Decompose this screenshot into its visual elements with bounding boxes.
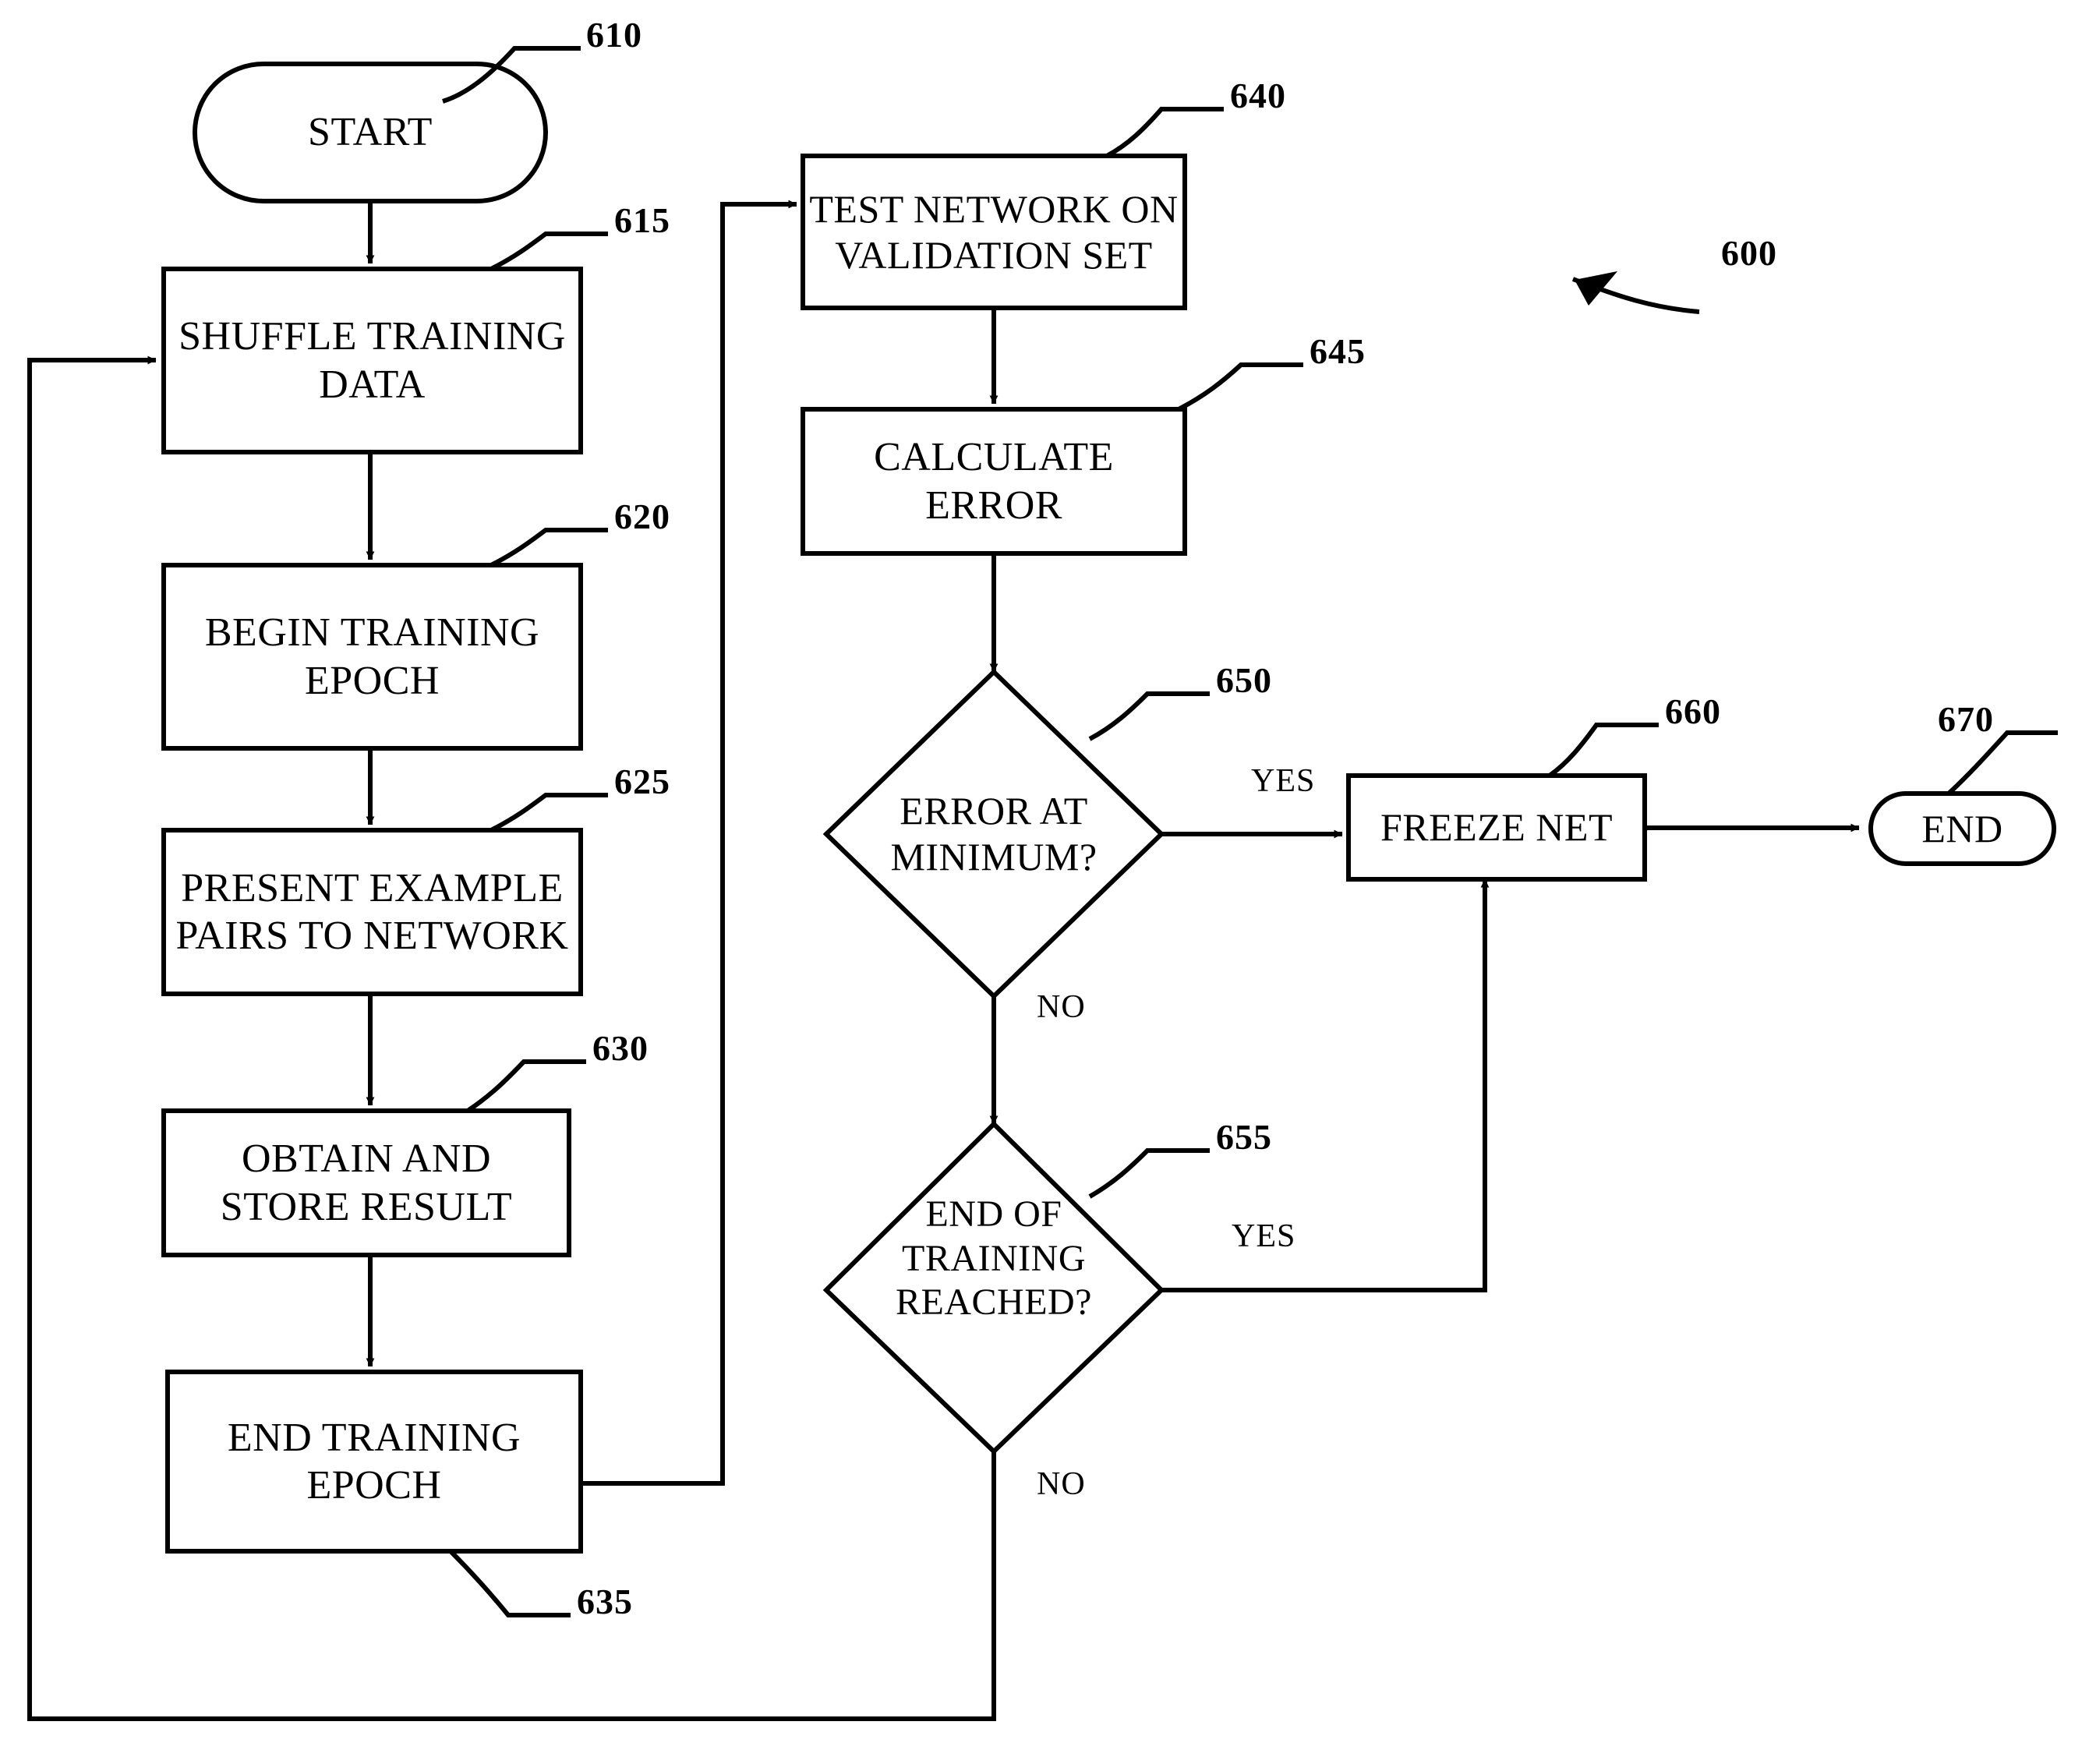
ref-numeral-615: 615 (614, 200, 670, 241)
ref-625-text: 625 (614, 762, 670, 801)
errmin-yes-text: YES (1251, 763, 1316, 799)
begin-label-line2: EPOCH (305, 658, 440, 703)
ref-numeral-600: 600 (1721, 232, 1777, 274)
shuffle-label-line1: SHUFFLE TRAINING (179, 314, 566, 359)
edge-label-errmin-no: NO (1037, 988, 1086, 1026)
endtrain-no-text: NO (1037, 1466, 1086, 1502)
endepoch-label-line1: END TRAINING (227, 1415, 521, 1460)
test-label-line2: VALIDATION SET (835, 232, 1153, 277)
ref-numeral-655: 655 (1216, 1116, 1272, 1158)
ref-640-text: 640 (1230, 76, 1286, 115)
ref-numeral-660: 660 (1665, 691, 1721, 732)
leader-600-arrowhead (1575, 271, 1617, 306)
ref-660-text: 660 (1665, 691, 1721, 731)
leader-620 (490, 528, 608, 567)
errmin-label-line1: ERROR AT (900, 789, 1088, 833)
node-begin-label: BEGIN TRAINING EPOCH (164, 565, 581, 748)
node-endepoch-label: END TRAINING EPOCH (168, 1372, 581, 1551)
node-shuffle-label: SHUFFLE TRAINING DATA (164, 269, 581, 452)
ref-600-text: 600 (1721, 233, 1777, 273)
ref-numeral-635: 635 (577, 1581, 633, 1622)
node-errmin-label: ERROR AT MINIMUM? (842, 752, 1146, 916)
leader-630 (466, 1059, 586, 1113)
present-label-line2: PAIRS TO NETWORK (175, 914, 569, 958)
endtrain-label-line2: TRAINING (902, 1237, 1086, 1279)
endtrain-label-line3: REACHED? (896, 1281, 1092, 1324)
node-test-label: TEST NETWORK ON VALIDATION SET (800, 156, 1188, 308)
start-label-text: START (308, 110, 433, 155)
obtain-label-line2: STORE RESULT (220, 1184, 513, 1229)
ref-630-text: 630 (592, 1028, 649, 1068)
edge-label-endtrain-yes: YES (1232, 1218, 1295, 1255)
ref-numeral-670: 670 (1938, 698, 1994, 740)
endtrain-label-line1: END OF (925, 1193, 1062, 1235)
ref-numeral-650: 650 (1216, 659, 1272, 701)
obtain-label-line1: OBTAIN AND (241, 1137, 492, 1182)
edge-label-errmin-yes: YES (1251, 762, 1315, 800)
ref-numeral-630: 630 (592, 1027, 649, 1069)
leader-655 (1088, 1148, 1210, 1199)
edge-label-endtrain-no: NO (1037, 1465, 1086, 1503)
ref-620-text: 620 (614, 497, 670, 536)
ref-numeral-620: 620 (614, 496, 670, 537)
node-present-label: PRESENT EXAMPLE PAIRS TO NETWORK (161, 830, 584, 994)
leader-660 (1548, 723, 1659, 778)
present-label-line1: PRESENT EXAMPLE (181, 865, 564, 910)
flowchart-canvas: FREEZE NET --> END OF TRAINING --> up in… (0, 0, 2089, 1764)
ref-numeral-625: 625 (614, 761, 670, 802)
begin-label-line1: BEGIN TRAINING (204, 610, 540, 656)
node-start-label: START (195, 64, 546, 201)
endtrain-yes-text: YES (1232, 1218, 1296, 1254)
leader-625 (490, 793, 608, 833)
edge-endepoch-to-test (581, 200, 797, 1486)
ref-670-text: 670 (1938, 699, 1994, 739)
leader-645 (1177, 362, 1303, 412)
node-calcerr-label: CALCULATE ERROR (803, 409, 1185, 553)
leader-650 (1088, 691, 1210, 741)
node-freeze-label: FREEZE NET (1348, 776, 1645, 879)
end-label-text: END (1921, 806, 2003, 850)
edge-endtrain-yes-to-freeze (1161, 878, 1490, 1292)
errmin-label-line2: MINIMUM? (890, 835, 1098, 878)
ref-numeral-610: 610 (586, 14, 642, 55)
leader-670 (1946, 730, 2058, 796)
ref-635-text: 635 (577, 1582, 633, 1621)
node-obtain-label: OBTAIN AND STORE RESULT (164, 1111, 569, 1255)
ref-numeral-640: 640 (1230, 75, 1286, 116)
ref-610-text: 610 (586, 15, 642, 55)
shuffle-label-line2: DATA (319, 362, 426, 407)
freeze-label-text: FREEZE NET (1380, 805, 1614, 849)
ref-645-text: 645 (1310, 331, 1366, 371)
ref-numeral-645: 645 (1310, 331, 1366, 372)
ref-615-text: 615 (614, 200, 670, 240)
calcerr-label-line1: CALCULATE (874, 435, 1114, 480)
leader-615 (490, 232, 608, 271)
calcerr-label-line2: ERROR (925, 483, 1062, 528)
leader-640 (1105, 107, 1224, 158)
ref-655-text: 655 (1216, 1117, 1272, 1157)
ref-650-text: 650 (1216, 660, 1272, 700)
test-label-line1: TEST NETWORK ON (809, 186, 1179, 231)
errmin-no-text: NO (1037, 989, 1086, 1025)
endepoch-label-line2: EPOCH (306, 1463, 442, 1508)
node-end-label: END (1871, 794, 2054, 864)
leader-635 (448, 1549, 571, 1617)
node-endtrain-label: END OF TRAINING REACHED? (842, 1193, 1146, 1388)
